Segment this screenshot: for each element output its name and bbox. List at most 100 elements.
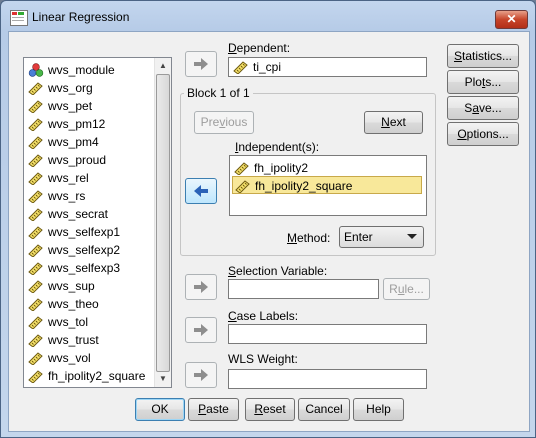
arrow-left-icon xyxy=(193,185,209,197)
dependent-field[interactable]: ti_cpi xyxy=(228,57,427,77)
selection-variable-field[interactable] xyxy=(228,279,379,299)
variable-item[interactable]: wvs_selfexp1 xyxy=(28,222,156,240)
move-to-case-labels-button[interactable] xyxy=(185,317,217,343)
variable-name: wvs_sup xyxy=(48,278,95,293)
scale-ruler-icon xyxy=(28,99,44,113)
variable-name: wvs_tol xyxy=(48,314,89,329)
variable-item[interactable]: wvs_module xyxy=(28,60,156,78)
variable-name: fh_ipolity2_square xyxy=(48,368,146,383)
chevron-down-icon xyxy=(407,234,417,239)
variable-item[interactable]: wvs_theo xyxy=(28,294,156,312)
list-item[interactable]: fh_ipolity2 xyxy=(232,159,422,177)
variable-item[interactable]: wvs_sup xyxy=(28,276,156,294)
scale-ruler-icon xyxy=(28,81,44,95)
variable-name: wvs_selfexp2 xyxy=(48,242,121,257)
arrow-right-icon xyxy=(193,58,209,70)
variable-item[interactable]: wvs_trust xyxy=(28,330,156,348)
method-label: Method: xyxy=(287,231,331,245)
variable-list-scrollbar[interactable]: ▲ ▼ xyxy=(154,58,171,387)
scale-ruler-icon xyxy=(28,279,44,293)
move-to-dependent-button[interactable] xyxy=(185,51,217,77)
list-item-selected[interactable]: fh_ipolity2_square xyxy=(232,176,422,194)
scale-ruler-icon xyxy=(28,297,44,311)
variable-list[interactable]: wvs_module wvs_org wvs_pet wvs_pm12 wvs_pm4 w… xyxy=(23,57,172,388)
options-button[interactable]: Options... xyxy=(447,122,519,146)
linear-regression-window: Linear Regression ✕ wvs_module wvs_orgwvs… xyxy=(0,0,536,438)
previous-button[interactable]: Previous xyxy=(194,111,254,134)
scale-ruler-icon xyxy=(28,135,44,149)
scale-ruler-icon xyxy=(28,171,44,185)
variable-name: wvs_module xyxy=(48,62,115,77)
reset-button[interactable]: Reset xyxy=(245,398,295,421)
arrow-right-icon xyxy=(193,281,209,293)
rule-button[interactable]: Rule... xyxy=(383,278,430,300)
scale-ruler-icon xyxy=(235,179,251,193)
scale-ruler-icon xyxy=(28,351,44,365)
ok-button[interactable]: OK xyxy=(135,398,185,421)
arrow-right-icon xyxy=(193,369,209,381)
scroll-down-icon[interactable]: ▼ xyxy=(156,372,170,386)
variable-name: wvs_pet xyxy=(48,98,93,113)
case-labels-field[interactable] xyxy=(228,324,427,344)
variable-item[interactable]: wvs_proud xyxy=(28,150,156,168)
scale-ruler-icon xyxy=(234,161,250,175)
case-labels-label: Case Labels: xyxy=(228,309,299,323)
paste-button[interactable]: Paste xyxy=(188,398,239,421)
variable-item[interactable]: wvs_secrat xyxy=(28,204,156,222)
statistics-button[interactable]: Statistics... xyxy=(447,44,519,68)
title-bar[interactable]: Linear Regression ✕ xyxy=(1,1,535,31)
variable-name: wvs_theo xyxy=(48,296,99,311)
variable-item[interactable]: wvs_org xyxy=(28,78,156,96)
scale-ruler-icon xyxy=(28,189,44,203)
variable-item[interactable]: wvs_rel xyxy=(28,168,156,186)
scale-ruler-icon xyxy=(28,153,44,167)
variable-item[interactable]: wvs_selfexp3 xyxy=(28,258,156,276)
variable-item[interactable]: wvs_vol xyxy=(28,348,156,366)
help-button[interactable]: Help xyxy=(353,398,404,421)
independent-label: Independent(s): xyxy=(235,140,320,154)
variable-name: wvs_org xyxy=(48,80,93,95)
independent-list[interactable]: fh_ipolity2 fh_ipolity2_square xyxy=(229,155,427,216)
block-title: Block 1 of 1 xyxy=(184,86,253,100)
scale-ruler-icon xyxy=(28,261,44,275)
move-to-wls-weight-button[interactable] xyxy=(185,362,217,388)
arrow-right-icon xyxy=(193,324,209,336)
close-icon[interactable]: ✕ xyxy=(495,10,528,29)
variable-item[interactable]: wvs_pm4 xyxy=(28,132,156,150)
wls-weight-label: WLS Weight: xyxy=(228,352,298,366)
dependent-label: Dependent: xyxy=(228,41,291,55)
variable-name: wvs_trust xyxy=(48,332,99,347)
variable-name: wvs_pm12 xyxy=(48,116,106,131)
scale-ruler-icon xyxy=(28,207,44,221)
scale-ruler-icon xyxy=(28,333,44,347)
method-select[interactable]: Enter xyxy=(339,226,424,248)
variable-name: wvs_rel xyxy=(48,170,89,185)
variable-item[interactable]: wvs_pm12 xyxy=(28,114,156,132)
next-button[interactable]: Next xyxy=(364,111,423,134)
save-button[interactable]: Save... xyxy=(447,96,519,120)
move-to-independent-button[interactable] xyxy=(185,178,217,204)
window-title: Linear Regression xyxy=(32,10,130,24)
scrollbar-thumb[interactable] xyxy=(156,74,170,372)
variable-item[interactable]: fh_ipolity2_square xyxy=(28,366,156,384)
scale-ruler-icon xyxy=(28,225,44,239)
variable-name: wvs_selfexp1 xyxy=(48,224,121,239)
variable-item[interactable]: wvs_selfexp2 xyxy=(28,240,156,258)
scale-ruler-icon xyxy=(28,315,44,329)
move-to-selection-button[interactable] xyxy=(185,274,217,300)
scale-ruler-icon xyxy=(28,369,44,383)
scroll-up-icon[interactable]: ▲ xyxy=(156,59,170,73)
variable-name: wvs_selfexp3 xyxy=(48,260,121,275)
variable-item[interactable]: wvs_pet xyxy=(28,96,156,114)
variable-name: wvs_pm4 xyxy=(48,134,99,149)
variable-item[interactable]: wvs_tol xyxy=(28,312,156,330)
dependent-value: ti_cpi xyxy=(253,60,282,74)
variable-item[interactable]: wvs_rs xyxy=(28,186,156,204)
scale-ruler-icon xyxy=(28,243,44,257)
plots-button[interactable]: Plots... xyxy=(447,70,519,94)
variable-name: wvs_rs xyxy=(48,188,86,203)
wls-weight-field[interactable] xyxy=(228,369,427,389)
cancel-button[interactable]: Cancel xyxy=(298,398,350,421)
scale-ruler-icon xyxy=(28,117,44,131)
app-icon xyxy=(10,10,28,26)
